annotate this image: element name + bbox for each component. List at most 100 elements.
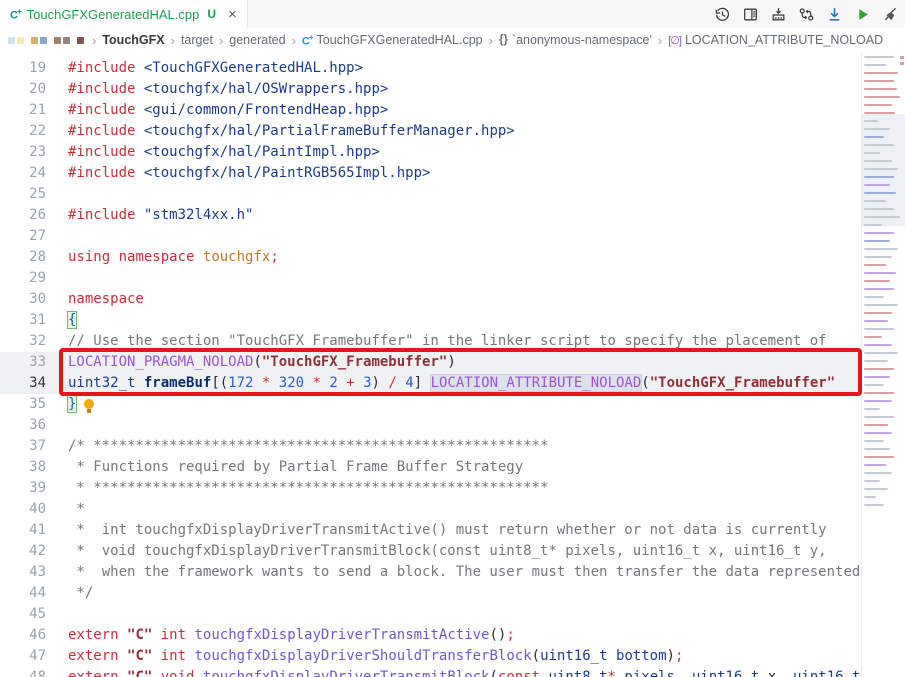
code-line[interactable]: 48 extern "C" void touchgfxDisplayDriverT… <box>0 667 862 677</box>
code-token: , <box>674 669 692 677</box>
code-line[interactable]: 21 #include <gui/common/FrontendHeap.hpp> <box>0 100 862 121</box>
code-line[interactable]: 20 #include <touchgfx/hal/OSWrappers.hpp> <box>0 79 862 100</box>
code-lines[interactable]: 19 #include <TouchGFXGeneratedHAL.hpp> 20 #… <box>0 52 862 677</box>
lightbulb-icon[interactable] <box>84 399 95 413</box>
history-icon[interactable] <box>714 6 731 23</box>
breadcrumb-path-chips[interactable] <box>8 36 86 44</box>
code-line[interactable]: 32 // Use the section "TouchGFX_Framebuff… <box>0 331 862 352</box>
minimap-line <box>864 376 890 378</box>
code-line[interactable]: 46 extern "C" int touchgfxDisplayDriverTr… <box>0 625 862 646</box>
code-line[interactable]: 31 { <box>0 310 862 331</box>
code-line[interactable]: 24 #include <touchgfx/hal/PaintRGB565Impl… <box>0 163 862 184</box>
line-number[interactable]: 19 <box>0 58 46 79</box>
download-icon[interactable] <box>826 6 843 23</box>
line-number[interactable]: 20 <box>0 79 46 100</box>
line-number[interactable]: 34 <box>0 373 46 394</box>
minimap-line <box>864 440 884 442</box>
minimap-line <box>864 408 880 410</box>
minimap-line <box>864 160 892 162</box>
code-line[interactable]: 34 uint32_t frameBuf[(172 * 320 * 2 + 3) … <box>0 373 862 394</box>
code-line[interactable]: 41 * int touchgfxDisplayDriverTransmitAc… <box>0 520 862 541</box>
minimap-line <box>864 56 894 58</box>
code-line[interactable]: 33 LOCATION_PRAGMA_NOLOAD("TouchGFX_Frame… <box>0 352 862 373</box>
line-number[interactable]: 39 <box>0 478 46 499</box>
code-line[interactable]: 25 <box>0 184 862 205</box>
line-number[interactable]: 26 <box>0 205 46 226</box>
code-line[interactable]: 28 using namespace touchgfx; <box>0 247 862 268</box>
line-number[interactable]: 37 <box>0 436 46 457</box>
line-number[interactable]: 28 <box>0 247 46 268</box>
code-line[interactable]: 43 * when the framework wants to send a … <box>0 562 862 583</box>
code-token: / <box>388 375 397 391</box>
code-line[interactable]: 40 * <box>0 499 862 520</box>
code-line[interactable]: 44 */ <box>0 583 862 604</box>
editor-pane[interactable]: 19 #include <TouchGFXGeneratedHAL.hpp> 20 #… <box>0 52 905 677</box>
minimap-line <box>864 120 878 122</box>
minimap-line <box>864 448 890 450</box>
breadcrumb-item-anonymous-namespace[interactable]: {} `anonymous-namespace' <box>499 33 652 47</box>
build-icon[interactable] <box>770 6 787 23</box>
line-number[interactable]: 41 <box>0 520 46 541</box>
code-line[interactable]: 30 namespace <box>0 289 862 310</box>
code-line[interactable]: 19 #include <TouchGFXGeneratedHAL.hpp> <box>0 58 862 79</box>
line-number[interactable]: 30 <box>0 289 46 310</box>
line-number[interactable]: 47 <box>0 646 46 667</box>
code-token: "stm32l4xx.h" <box>143 207 254 223</box>
code-line[interactable]: 38 * Functions required by Partial Frame… <box>0 457 862 478</box>
run-icon[interactable] <box>854 6 871 23</box>
clean-icon[interactable] <box>882 6 899 23</box>
code-line[interactable]: 37 /* ***********************************… <box>0 436 862 457</box>
breadcrumb-item-touchgfx[interactable]: TouchGFX <box>102 33 164 47</box>
code-line[interactable]: 47 extern "C" int touchgfxDisplayDriverSh… <box>0 646 862 667</box>
line-number[interactable]: 44 <box>0 583 46 604</box>
tab-touchgfxgeneratedhal[interactable]: C+ TouchGFXGeneratedHAL.cpp U × <box>0 0 248 28</box>
code-line[interactable]: 22 #include <touchgfx/hal/PartialFrameBuf… <box>0 121 862 142</box>
line-number[interactable]: 43 <box>0 562 46 583</box>
code-line[interactable]: 45 <box>0 604 862 625</box>
line-number[interactable]: 38 <box>0 457 46 478</box>
code-line[interactable]: 35} <box>0 394 862 415</box>
close-icon[interactable]: × <box>228 7 237 22</box>
line-number[interactable]: 36 <box>0 415 46 436</box>
code-token: #include <box>68 207 136 223</box>
breadcrumb-item-symbol[interactable]: [∅] LOCATION_ATTRIBUTE_NOLOAD <box>668 33 883 47</box>
code-line[interactable]: 36 <box>0 415 862 436</box>
breadcrumb-item-target[interactable]: target <box>181 33 213 47</box>
line-number[interactable]: 32 <box>0 331 46 352</box>
code-line[interactable]: 42 * void touchgfxDisplayDriverTransmitB… <box>0 541 862 562</box>
code-line[interactable]: 39 * ***********************************… <box>0 478 862 499</box>
line-number[interactable]: 45 <box>0 604 46 625</box>
line-number[interactable]: 42 <box>0 541 46 562</box>
open-preview-icon[interactable] <box>742 6 759 23</box>
editor-actions <box>714 0 899 28</box>
pipeline-icon[interactable] <box>798 6 815 23</box>
code-line[interactable]: 29 <box>0 268 862 289</box>
breadcrumb-item-generated[interactable]: generated <box>229 33 285 47</box>
minimap-line <box>864 264 886 266</box>
breadcrumb-item-file[interactable]: C+ TouchGFXGeneratedHAL.cpp <box>302 33 483 48</box>
minimap-line <box>864 360 888 362</box>
code-line[interactable]: 27 <box>0 226 862 247</box>
line-number[interactable]: 31 <box>0 310 46 331</box>
line-number[interactable]: 40 <box>0 499 46 520</box>
line-number[interactable]: 21 <box>0 100 46 121</box>
code-line[interactable]: 23 #include <touchgfx/hal/PaintImpl.hpp> <box>0 142 862 163</box>
line-number[interactable]: 35 <box>0 394 46 415</box>
line-number[interactable]: 24 <box>0 163 46 184</box>
line-number[interactable]: 33 <box>0 352 46 373</box>
line-number[interactable]: 25 <box>0 184 46 205</box>
line-number[interactable]: 48 <box>0 667 46 677</box>
line-number[interactable]: 27 <box>0 226 46 247</box>
line-number[interactable]: 23 <box>0 142 46 163</box>
minimap-line <box>864 472 892 474</box>
minimap-line <box>864 456 894 458</box>
line-number[interactable]: 22 <box>0 121 46 142</box>
code-line[interactable]: 26 #include "stm32l4xx.h" <box>0 205 862 226</box>
line-number[interactable]: 29 <box>0 268 46 289</box>
code-token: frameBuf <box>143 375 212 391</box>
minimap[interactable] <box>861 52 905 677</box>
line-number[interactable]: 46 <box>0 625 46 646</box>
